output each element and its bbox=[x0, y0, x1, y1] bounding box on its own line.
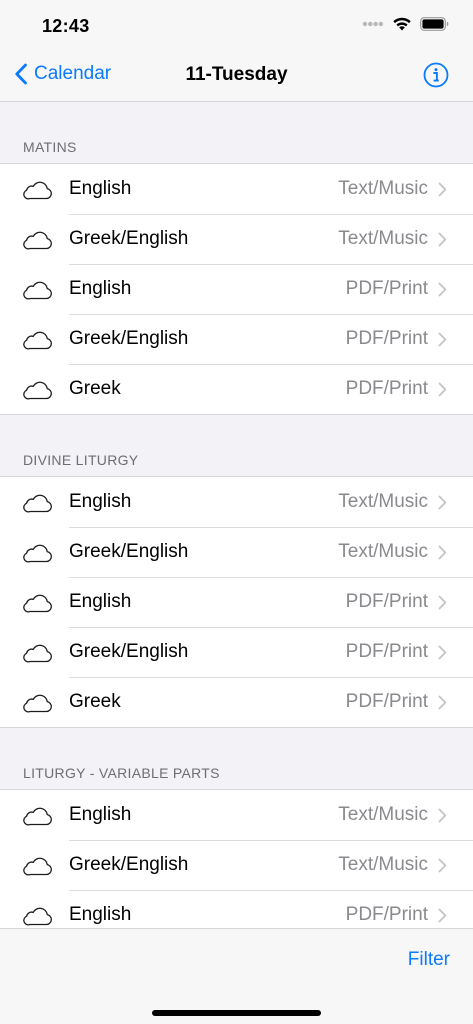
cloud-icon bbox=[23, 807, 52, 826]
home-indicator bbox=[152, 1010, 321, 1016]
cloud-icon bbox=[23, 907, 52, 926]
list-item-detail: Text/Music bbox=[338, 491, 428, 512]
list-item-label: English bbox=[69, 278, 132, 299]
battery-icon bbox=[420, 16, 449, 31]
list-item[interactable]: Greek/English PDF/Print bbox=[0, 627, 473, 677]
list-item[interactable]: Greek/English Text/Music bbox=[0, 840, 473, 890]
cloud-icon bbox=[23, 644, 52, 663]
list-item-label: English bbox=[69, 591, 132, 612]
chevron-right-icon bbox=[438, 182, 447, 197]
list-item-detail: PDF/Print bbox=[345, 328, 428, 349]
chevron-right-icon bbox=[438, 545, 447, 560]
cloud-icon bbox=[23, 494, 52, 513]
cellular-signal-icon bbox=[362, 21, 384, 26]
chevron-right-icon bbox=[438, 808, 447, 823]
list-item-detail: Text/Music bbox=[338, 804, 428, 825]
chevron-right-icon bbox=[438, 645, 447, 660]
list-item[interactable]: English Text/Music bbox=[0, 790, 473, 840]
chevron-right-icon bbox=[438, 858, 447, 873]
page-title: 11-Tuesday bbox=[185, 64, 288, 85]
list-item[interactable]: English Text/Music bbox=[0, 164, 473, 214]
section-list: English Text/Music Greek/English Text/Music… bbox=[0, 164, 473, 415]
section-header: MATINS bbox=[0, 102, 473, 164]
list-item[interactable]: Greek PDF/Print bbox=[0, 677, 473, 727]
list-item[interactable]: Greek PDF/Print bbox=[0, 364, 473, 414]
list-item-label: Greek/English bbox=[69, 854, 189, 875]
cloud-icon bbox=[23, 281, 52, 300]
list-item-detail: PDF/Print bbox=[345, 378, 428, 399]
list-item[interactable]: English PDF/Print bbox=[0, 264, 473, 314]
cloud-icon bbox=[23, 544, 52, 563]
info-circle-icon[interactable] bbox=[423, 62, 449, 88]
cloud-icon bbox=[23, 381, 52, 400]
list-item[interactable]: English Text/Music bbox=[0, 477, 473, 527]
list-item-label: English bbox=[69, 491, 132, 512]
status-icons bbox=[362, 16, 449, 31]
list-item-label: English bbox=[69, 904, 132, 925]
chevron-right-icon bbox=[438, 695, 447, 710]
list-item-detail: Text/Music bbox=[338, 854, 428, 875]
list-item-detail: PDF/Print bbox=[345, 278, 428, 299]
section-list: English Text/Music Greek/English Text/Music… bbox=[0, 477, 473, 728]
chevron-right-icon bbox=[438, 382, 447, 397]
list-item[interactable]: Greek/English Text/Music bbox=[0, 527, 473, 577]
list-item[interactable]: Greek/English Text/Music bbox=[0, 214, 473, 264]
list-item-detail: PDF/Print bbox=[345, 691, 428, 712]
chevron-right-icon bbox=[438, 908, 447, 923]
list-item-label: English bbox=[69, 804, 132, 825]
list-item-detail: Text/Music bbox=[338, 541, 428, 562]
list-item-detail: PDF/Print bbox=[345, 641, 428, 662]
cloud-icon bbox=[23, 231, 52, 250]
cloud-icon bbox=[23, 594, 52, 613]
wifi-icon bbox=[393, 17, 411, 31]
list-item-label: Greek/English bbox=[69, 641, 189, 662]
chevron-right-icon bbox=[438, 595, 447, 610]
list-item-detail: Text/Music bbox=[338, 178, 428, 199]
list-item-label: Greek/English bbox=[69, 541, 189, 562]
status-bar: 12:43 bbox=[0, 0, 473, 50]
section-list: English Text/Music Greek/English Text/Music… bbox=[0, 790, 473, 928]
list-item[interactable]: Greek/English PDF/Print bbox=[0, 314, 473, 364]
cloud-icon bbox=[23, 694, 52, 713]
list-item[interactable]: English PDF/Print bbox=[0, 577, 473, 627]
list-item-label: Greek/English bbox=[69, 228, 189, 249]
readings-list[interactable]: MATINS English Text/Music Greek/English Text… bbox=[0, 102, 473, 928]
bottom-toolbar: Filter bbox=[0, 928, 473, 1024]
section-header: DIVINE LITURGY bbox=[0, 415, 473, 477]
list-item-label: Greek/English bbox=[69, 328, 189, 349]
list-item-detail: PDF/Print bbox=[345, 904, 428, 925]
list-item-detail: Text/Music bbox=[338, 228, 428, 249]
list-item-detail: PDF/Print bbox=[345, 591, 428, 612]
cloud-icon bbox=[23, 331, 52, 350]
cloud-icon bbox=[23, 181, 52, 200]
chevron-right-icon bbox=[438, 495, 447, 510]
chevron-right-icon bbox=[438, 332, 447, 347]
filter-button[interactable]: Filter bbox=[408, 949, 450, 971]
chevron-right-icon bbox=[438, 282, 447, 297]
navigation-bar: Calendar 11-Tuesday bbox=[0, 50, 473, 102]
list-item[interactable]: English PDF/Print bbox=[0, 890, 473, 928]
section-header: LITURGY - VARIABLE PARTS bbox=[0, 728, 473, 790]
status-time: 12:43 bbox=[42, 16, 90, 36]
list-item-label: English bbox=[69, 178, 132, 199]
list-item-label: Greek bbox=[69, 691, 121, 712]
cloud-icon bbox=[23, 857, 52, 876]
chevron-right-icon bbox=[438, 232, 447, 247]
list-item-label: Greek bbox=[69, 378, 121, 399]
